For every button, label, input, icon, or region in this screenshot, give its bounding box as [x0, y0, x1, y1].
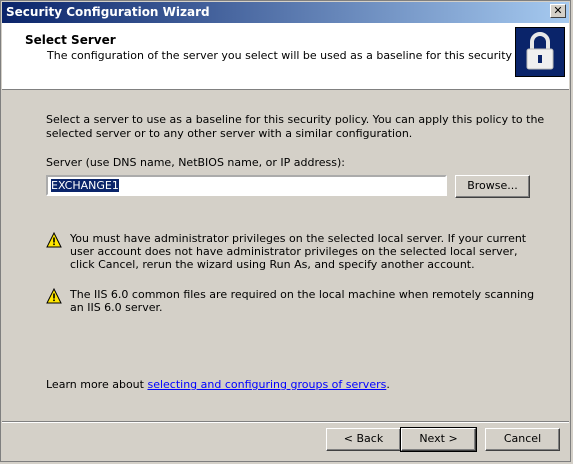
- browse-button[interactable]: Browse...: [455, 175, 530, 198]
- learn-more-suffix: .: [386, 378, 390, 391]
- intro-text: Select a server to use as a baseline for…: [46, 113, 545, 140]
- cancel-button[interactable]: Cancel: [485, 428, 560, 451]
- back-button[interactable]: < Back: [326, 428, 401, 451]
- close-button[interactable]: ✕: [550, 4, 566, 18]
- server-input[interactable]: EXCHANGE1: [46, 175, 447, 196]
- window-title: Security Configuration Wizard: [6, 5, 210, 19]
- footer-separator: [2, 421, 569, 423]
- warning-iis-text: The IIS 6.0 common files are required on…: [70, 288, 535, 314]
- learn-more: Learn more about selecting and configuri…: [46, 378, 390, 391]
- padlock-logo-icon: [515, 27, 565, 77]
- learn-more-prefix: Learn more about: [46, 378, 148, 391]
- wizard-header: Select Server The configuration of the s…: [2, 23, 569, 90]
- learn-more-link[interactable]: selecting and configuring groups of serv…: [147, 378, 386, 391]
- server-field-label: Server (use DNS name, NetBIOS name, or I…: [46, 156, 345, 169]
- page-title: Select Server: [25, 33, 116, 47]
- close-icon: ✕: [553, 4, 563, 17]
- page-subtitle: The configuration of the server you sele…: [47, 49, 550, 62]
- warning-icon: [46, 288, 62, 304]
- title-bar: Security Configuration Wizard ✕: [2, 2, 569, 23]
- warning-icon: [46, 232, 62, 248]
- next-button[interactable]: Next >: [400, 427, 477, 452]
- warning-admin-text: You must have administrator privileges o…: [70, 232, 527, 271]
- wizard-window: Security Configuration Wizard ✕ Select S…: [0, 0, 571, 462]
- server-input-value: EXCHANGE1: [51, 179, 119, 192]
